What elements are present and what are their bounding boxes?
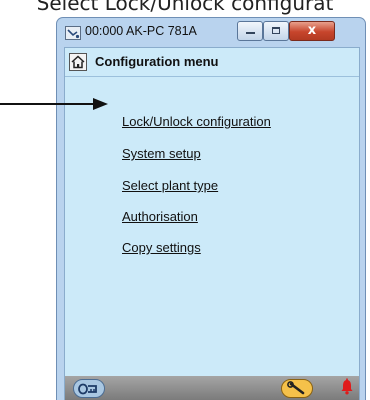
wrench-icon [287, 381, 305, 395]
menu-item-system-setup[interactable]: System setup [122, 146, 201, 161]
app-window: 00:000 AK-PC 781A x Configuration menu L… [56, 17, 366, 400]
maximize-icon [272, 27, 280, 34]
screenshot-page: Select Lock/Unlock configurat 00:000 AK-… [0, 0, 370, 400]
alarm-bell-icon[interactable] [339, 378, 355, 396]
window-title: 00:000 AK-PC 781A [85, 24, 197, 38]
lock-button[interactable] [73, 379, 105, 398]
instruction-caption: Select Lock/Unlock configurat [36, 0, 334, 15]
minimize-icon [246, 32, 255, 34]
maximize-button[interactable] [263, 21, 289, 41]
panel-header: Configuration menu [65, 48, 359, 77]
menu-item-copy-settings[interactable]: Copy settings [122, 240, 201, 255]
window-titlebar[interactable]: 00:000 AK-PC 781A x [57, 18, 365, 46]
service-button[interactable] [281, 379, 313, 398]
lock-icon [78, 383, 97, 395]
minimize-button[interactable] [237, 21, 263, 41]
menu-item-select-plant-type[interactable]: Select plant type [122, 178, 218, 193]
pointer-arrow-icon [0, 98, 108, 110]
menu-item-authorisation[interactable]: Authorisation [122, 209, 198, 224]
close-button[interactable]: x [289, 21, 335, 41]
status-bar [65, 376, 359, 400]
home-icon [71, 55, 85, 69]
close-icon: x [307, 23, 317, 38]
page-title: Configuration menu [95, 54, 219, 69]
app-icon [65, 25, 81, 40]
home-button[interactable] [69, 53, 87, 71]
menu-item-lock-unlock-configuration[interactable]: Lock/Unlock configuration [122, 114, 271, 129]
